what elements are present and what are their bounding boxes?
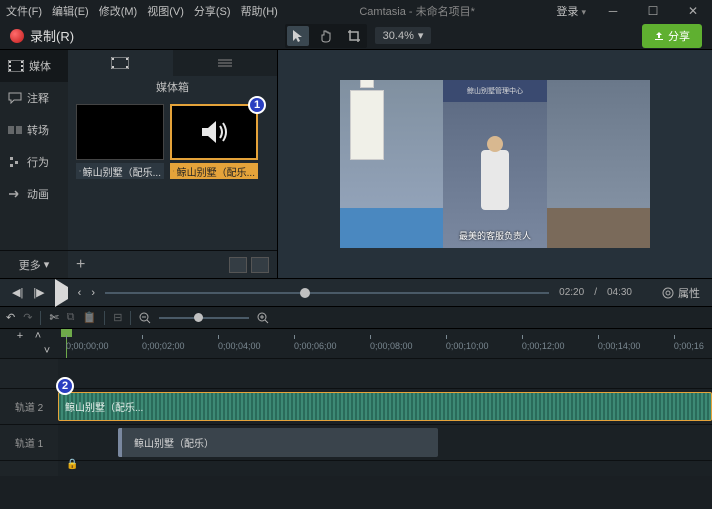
chevron-down-icon: ▾ <box>44 258 50 271</box>
track-label: 轨道 2 <box>0 389 58 424</box>
mediabin-tab-clip[interactable] <box>68 50 173 76</box>
playback-slider[interactable] <box>105 292 549 294</box>
window-title: Camtasia - 未命名项目* <box>278 3 557 19</box>
media-icon <box>8 60 24 72</box>
library-icon <box>217 57 233 69</box>
preview-frame-right <box>547 80 650 248</box>
gear-icon <box>662 287 674 299</box>
preview-canvas[interactable]: 鲸山别墅管理中心 最美的客服负责人 <box>278 50 712 278</box>
crop-tool[interactable] <box>343 26 365 46</box>
track-row[interactable]: 轨道 2 2 鲸山别墅（配乐... <box>0 388 712 424</box>
animation-icon <box>8 188 22 200</box>
sidebar: 媒体 注释 转场 行为 动画 更多▾ <box>0 50 68 278</box>
menu-file[interactable]: 文件(F) <box>6 3 42 19</box>
maximize-button[interactable]: ☐ <box>640 4 666 18</box>
menu-edit[interactable]: 编辑(E) <box>52 3 89 19</box>
menu-share[interactable]: 分享(S) <box>194 3 231 19</box>
clip-icon <box>111 57 129 69</box>
menu-modify[interactable]: 修改(M) <box>99 3 138 19</box>
clip-thumbnail <box>170 104 258 160</box>
sidebar-item-annotations[interactable]: 注释 <box>0 82 68 114</box>
share-button[interactable]: 分享 <box>642 24 702 48</box>
lock-icon: 🔒 <box>66 459 78 470</box>
track-options-up[interactable]: ˄ <box>29 330 47 342</box>
mediabin-clip[interactable]: 鲸山别墅（配乐... <box>76 104 164 244</box>
audio-icon <box>173 167 175 175</box>
mediabin-clip[interactable]: 1 鲸山别墅（配乐... <box>170 104 258 244</box>
clip-thumbnail <box>76 104 164 160</box>
annotation-icon <box>8 92 22 104</box>
next-frame-button[interactable]: |▶ <box>33 286 44 299</box>
close-button[interactable]: ✕ <box>680 4 706 18</box>
upload-icon <box>654 31 664 41</box>
play-button[interactable] <box>55 287 68 299</box>
preview-frame-center: 鲸山别墅管理中心 最美的客服负责人 <box>443 80 546 248</box>
record-button[interactable]: 录制(R) <box>10 26 74 45</box>
hand-tool[interactable] <box>315 26 337 46</box>
properties-button[interactable]: 属性 <box>662 285 700 301</box>
time-total: 04:30 <box>607 287 632 298</box>
callout-marker: 1 <box>248 96 266 114</box>
paste-button[interactable]: 📋 <box>83 311 97 324</box>
sidebar-item-behaviors[interactable]: 行为 <box>0 146 68 178</box>
add-track-button[interactable]: + <box>11 330 29 342</box>
login-link[interactable]: 登录 ▾ <box>556 3 586 19</box>
sidebar-more[interactable]: 更多▾ <box>0 250 68 278</box>
prev-frame-button[interactable]: ◀| <box>12 286 23 299</box>
zoom-in-button[interactable] <box>257 312 269 324</box>
mediabin-tab-library[interactable] <box>173 50 278 76</box>
minimize-button[interactable]: ─ <box>600 4 626 18</box>
step-back-button[interactable]: ‹ <box>78 287 82 299</box>
preview-frame-left <box>340 80 443 248</box>
behavior-icon <box>8 156 22 168</box>
timeline-clip-audio[interactable]: 鲸山别墅（配乐... <box>58 392 712 421</box>
grid-view-button[interactable] <box>229 257 247 273</box>
cut-button[interactable]: ✄ <box>49 311 58 324</box>
canvas-zoom[interactable]: 30.4%▾ <box>375 27 432 44</box>
menu-help[interactable]: 帮助(H) <box>241 3 278 19</box>
undo-button[interactable]: ↶ <box>6 311 15 324</box>
transition-icon <box>8 124 22 136</box>
add-media-button[interactable]: + <box>76 256 85 274</box>
timeline-ruler[interactable]: 0;00;00;00 0;00;02;00 0;00;04;00 0;00;06… <box>58 329 712 358</box>
record-icon <box>10 29 24 43</box>
step-forward-button[interactable]: › <box>91 287 95 299</box>
sidebar-item-animations[interactable]: 动画 <box>0 178 68 210</box>
track-row[interactable]: 轨道 1 鲸山别墅（配乐） <box>0 424 712 460</box>
video-icon <box>79 167 81 175</box>
callout-marker: 2 <box>56 377 74 395</box>
zoom-out-button[interactable] <box>139 312 151 324</box>
track-options-down[interactable]: ˅ <box>38 345 56 357</box>
chevron-down-icon: ▾ <box>418 29 424 42</box>
time-current: 02:20 <box>559 287 584 298</box>
sidebar-item-media[interactable]: 媒体 <box>0 50 68 82</box>
mediabin-title: 媒体箱 <box>68 76 277 98</box>
redo-button[interactable]: ↷ <box>23 311 32 324</box>
list-view-button[interactable] <box>251 257 269 273</box>
cursor-tool[interactable] <box>287 26 309 46</box>
timeline-zoom-slider[interactable] <box>159 317 249 319</box>
timeline-clip-video[interactable]: 鲸山别墅（配乐） <box>118 428 438 457</box>
sidebar-item-transitions[interactable]: 转场 <box>0 114 68 146</box>
menu-view[interactable]: 视图(V) <box>147 3 184 19</box>
split-button[interactable]: ⊟ <box>113 311 122 324</box>
speaker-icon <box>196 114 232 150</box>
copy-button[interactable]: ⧉ <box>67 311 75 324</box>
track-label: 轨道 1 <box>0 425 58 460</box>
